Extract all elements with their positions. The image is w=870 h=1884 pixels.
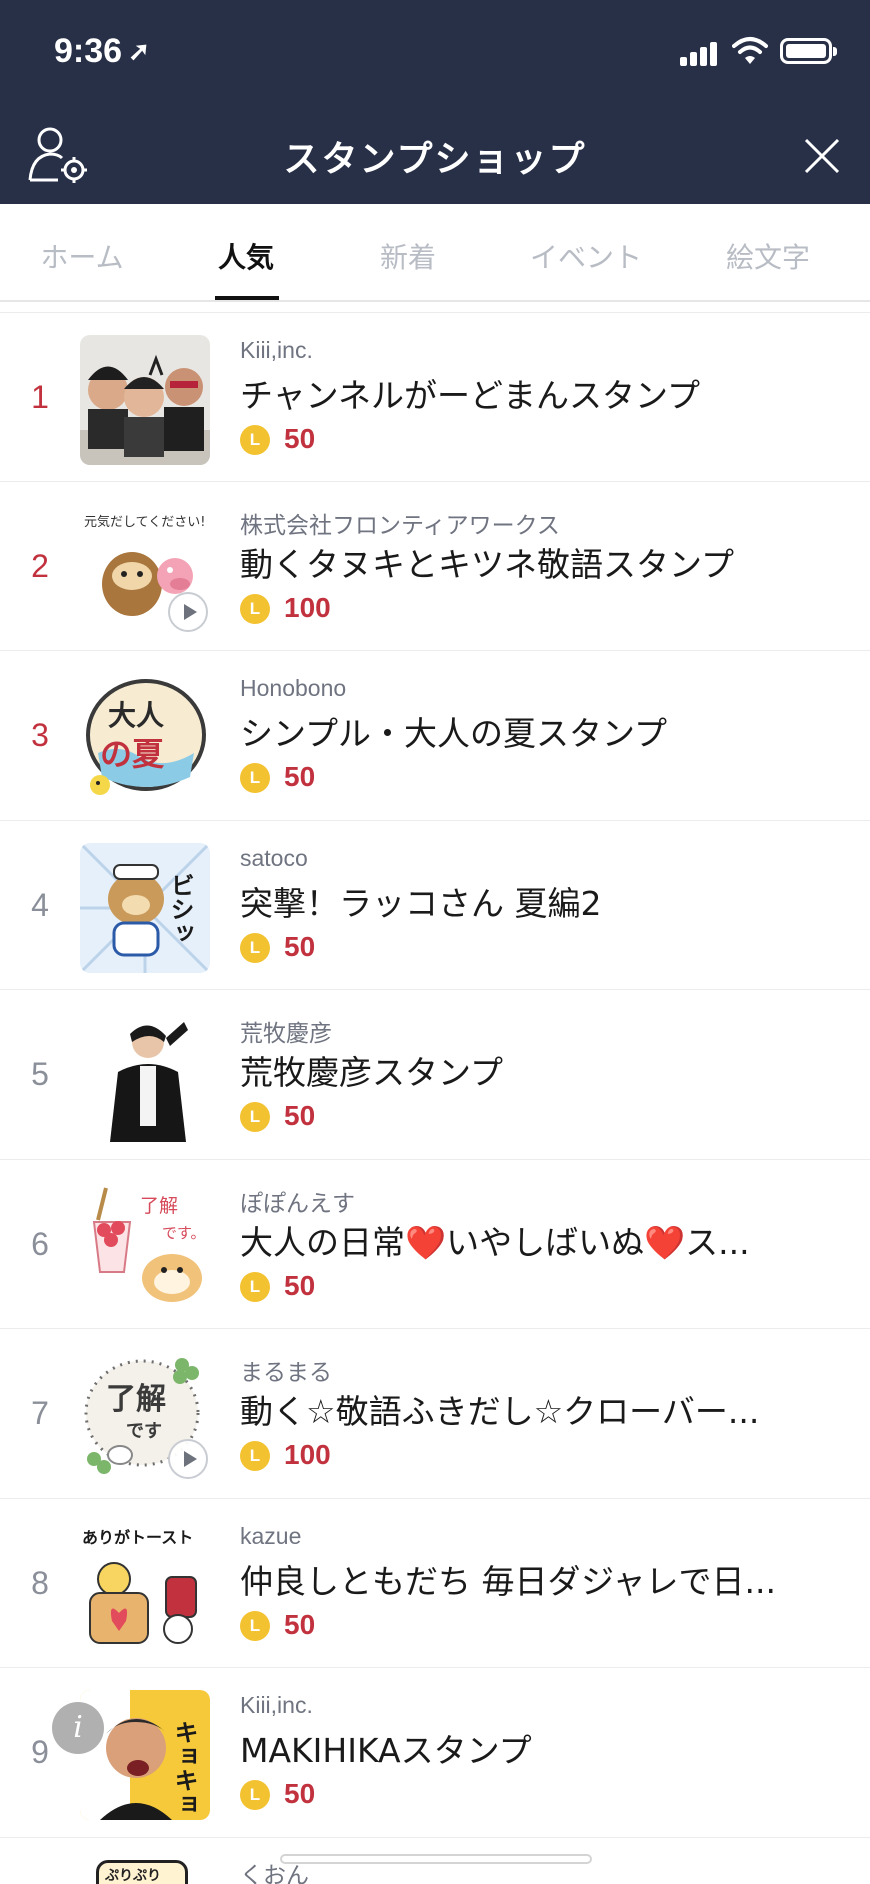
tab-events[interactable]: イベント [530, 236, 642, 276]
price: 50 [284, 930, 316, 962]
sticker-title: MAKIHIKAスタンプ [240, 1731, 532, 1770]
animated-play-icon [168, 591, 208, 632]
rank-number: 8 [31, 1564, 49, 1601]
sticker-thumbnail [80, 335, 210, 465]
list-item[interactable]: 4 ビシッ satoco 突撃！ラッコさん 夏編2 L 50 [0, 821, 870, 990]
creator-name: ぽぽんえす [240, 1189, 355, 1216]
price: 50 [284, 1608, 316, 1640]
list-item[interactable]: 1 Kiii,inc. チャンネルがーどまんスタンプ L 50 [0, 312, 870, 482]
ranking-list: 1 Kiii,inc. チャンネルがーどまんスタンプ L 50 2 元気だしてく… [0, 312, 870, 1838]
creator-name: Kiii,inc. [240, 337, 313, 363]
tab-new[interactable]: 新着 [380, 236, 436, 276]
price: 50 [284, 1100, 316, 1131]
creator-name: kazue [240, 1522, 302, 1549]
page-title: スタンプショップ [283, 139, 587, 180]
price: 100 [284, 591, 331, 623]
rank-number: 1 [31, 379, 49, 415]
sticker-thumbnail: 大人 の夏 [80, 673, 210, 803]
active-tab-indicator [215, 296, 279, 300]
status-time: 9:36 ➚ [54, 32, 150, 71]
svg-text:元気だしてください!: 元気だしてください! [84, 514, 205, 530]
sticker-thumbnail: キョキョ [80, 1690, 210, 1820]
coin-icon: L [240, 1610, 270, 1641]
sticker-caption: ぷりぷり [105, 1868, 161, 1884]
creator-name: 荒牧慶彦 [240, 1020, 332, 1046]
sticker-title: シンプル・大人の夏スタンプ [240, 714, 668, 753]
animated-play-icon [168, 1439, 208, 1479]
sticker-thumbnail [80, 1012, 210, 1142]
coin-icon: L [240, 1780, 270, 1810]
sticker-title: 動くタヌキとキツネ敬語スタンプ [240, 544, 735, 584]
coin-icon: L [240, 1441, 270, 1471]
location-icon: ➚ [128, 36, 150, 66]
list-item[interactable]: 8 ありがトースト kazue 仲良しともだち 毎日ダジャレで日... L 50 [0, 1499, 870, 1668]
list-item[interactable]: 2 元気だしてください! 株式会社フロンティアワークス 動くタヌキとキツネ敬語ス… [0, 482, 870, 651]
svg-text:です: です [126, 1421, 162, 1442]
rank-number: 4 [31, 886, 49, 923]
sticker-thumbnail: ぷりぷり [96, 1860, 188, 1884]
home-indicator[interactable] [280, 1854, 592, 1864]
sticker-title: チャンネルがーどまんスタンプ [240, 376, 701, 415]
list-item[interactable]: 7 了解 です まるまる 動く☆敬語ふきだし☆クローバー... L 100 [0, 1329, 870, 1499]
svg-text:の夏: の夏 [100, 735, 165, 773]
price: 50 [284, 1778, 316, 1809]
tab-popular[interactable]: 人気 [218, 236, 274, 276]
list-item[interactable]: 5 荒牧慶彦 荒牧慶彦スタンプ L 50 [0, 990, 870, 1160]
list-item[interactable]: 9 キョキョ Kiii,inc. MAKIHIKAスタンプ L 50 [0, 1668, 870, 1838]
app-header: 9:36 ➚ スタンプショップ [0, 0, 870, 204]
close-icon[interactable] [800, 134, 844, 178]
sticker-thumbnail: 了解 です。 [80, 1181, 210, 1312]
price: 50 [284, 761, 316, 792]
list-item[interactable]: 3 大人 の夏 Honobono シンプル・大人の夏スタンプ L 50 [0, 651, 870, 821]
info-icon[interactable]: i [52, 1702, 104, 1754]
svg-text:ありがトースト: ありがトースト [82, 1528, 193, 1547]
battery-icon [780, 38, 837, 64]
creator-name: Kiii,inc. [240, 1692, 313, 1718]
sticker-title: 突撃！ラッコさん 夏編2 [240, 883, 602, 923]
sticker-thumbnail: ありがトースト [80, 1520, 210, 1651]
svg-text:大人: 大人 [108, 699, 164, 732]
sticker-title: 大人の日常❤️いやしばいぬ❤️ス... [240, 1222, 750, 1262]
price: 50 [284, 1269, 316, 1301]
coin-icon: L [240, 593, 270, 624]
rank-number: 3 [31, 717, 49, 753]
sticker-title: 荒牧慶彦スタンプ [240, 1053, 504, 1092]
coin-icon: L [240, 425, 270, 455]
coin-icon: L [240, 1271, 270, 1302]
sticker-title: 動く☆敬語ふきだし☆クローバー... [240, 1392, 760, 1431]
creator-name: Honobono [240, 675, 347, 701]
rank-number: 6 [31, 1225, 49, 1262]
svg-text:です。: です。 [162, 1224, 206, 1242]
svg-text:ビシッ: ビシッ [166, 873, 194, 945]
sticker-title: 仲良しともだち 毎日ダジャレで日... [240, 1561, 776, 1601]
rank-number: 7 [31, 1395, 49, 1431]
cellular-signal-icon [680, 40, 722, 66]
tab-home[interactable]: ホーム [40, 236, 123, 276]
coin-icon: L [240, 763, 270, 793]
creator-name: 株式会社フロンティアワークス [240, 511, 560, 538]
price: 100 [284, 1439, 331, 1470]
coin-icon: L [240, 1102, 270, 1132]
svg-text:了解: 了解 [106, 1382, 166, 1417]
clock: 9:36 [54, 32, 123, 70]
coin-icon: L [240, 932, 270, 963]
wifi-icon [732, 37, 768, 64]
sticker-thumbnail: ビシッ [80, 842, 210, 973]
price: 50 [284, 423, 316, 454]
creator-name: まるまる [240, 1359, 332, 1385]
creator-name: satoco [240, 844, 308, 871]
svg-text:了解: 了解 [140, 1195, 178, 1217]
tab-emoji[interactable]: 絵文字 [726, 236, 810, 276]
rank-number: 2 [31, 547, 49, 584]
svg-text:キョキョ: キョキョ [170, 1720, 198, 1816]
rank-number: 5 [31, 1056, 49, 1092]
tab-bar: ホーム 人気 新着 イベント 絵文字 [0, 204, 870, 302]
list-item[interactable]: 6 了解 です。 ぽぽんえす 大人の日常❤️いやしばいぬ❤️ス... L 50 [0, 1160, 870, 1329]
